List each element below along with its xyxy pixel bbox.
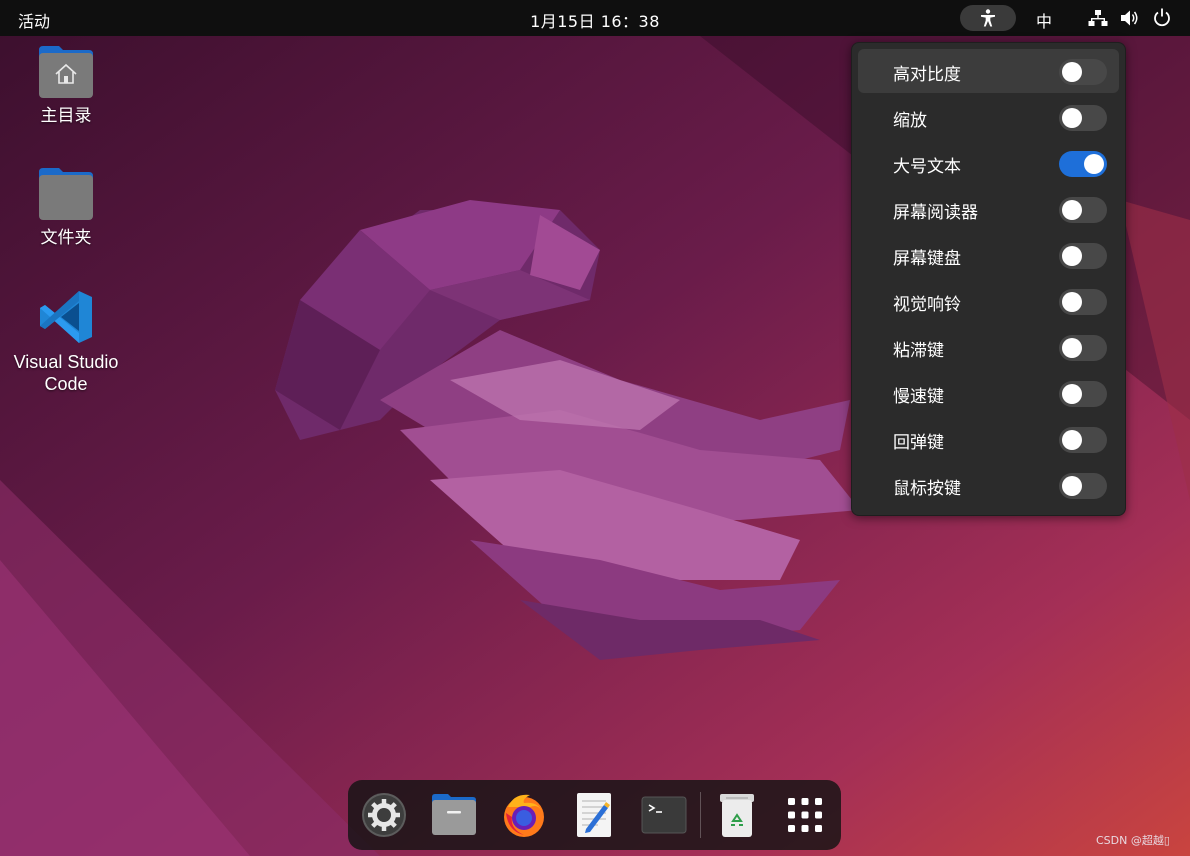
toggle-knob (1062, 338, 1082, 358)
menu-item-label: 回弹键 (893, 433, 944, 453)
app-grid-icon[interactable] (781, 791, 829, 839)
slow-keys-toggle[interactable] (1059, 381, 1107, 407)
mouse-keys-toggle[interactable] (1059, 473, 1107, 499)
vscode-icon (40, 291, 92, 343)
dock-separator (700, 792, 701, 838)
menu-item-label: 大号文本 (893, 157, 961, 177)
toggle-knob (1062, 384, 1082, 404)
menu-item-label: 屏幕阅读器 (893, 203, 978, 223)
power-icon[interactable] (1153, 8, 1171, 27)
toggle-knob (1062, 292, 1082, 312)
visual-alerts-toggle[interactable] (1059, 289, 1107, 315)
network-icon[interactable] (1088, 9, 1108, 27)
desktop-icon-label: 文件夹 (40, 228, 92, 248)
zoom-toggle[interactable] (1059, 105, 1107, 131)
screen-keyboard-toggle[interactable] (1059, 243, 1107, 269)
watermark: CSDN @超越▯ (1096, 834, 1170, 847)
toggle-knob (1062, 200, 1082, 220)
toggle-knob (1062, 62, 1082, 82)
settings-icon[interactable] (360, 791, 408, 839)
accessibility-menu-button[interactable] (960, 5, 1016, 31)
menu-item-label: 粘滞键 (893, 341, 944, 361)
desktop-icon-vscode[interactable]: Visual Studio Code (6, 288, 126, 395)
toggle-knob (1062, 430, 1082, 450)
desktop-icon-label: 主目录 (40, 106, 92, 126)
input-method-indicator[interactable]: 中 (1036, 8, 1052, 32)
menu-item-label: 屏幕键盘 (893, 249, 961, 269)
menu-item-mouse-keys[interactable]: 鼠标按键 (858, 463, 1119, 507)
menu-item-high-contrast[interactable]: 高对比度 (858, 49, 1119, 93)
dock (348, 780, 841, 850)
menu-item-label: 慢速键 (893, 387, 944, 407)
menu-item-label: 鼠标按键 (893, 479, 961, 499)
menu-item-label: 高对比度 (893, 65, 961, 85)
trash-icon[interactable] (713, 791, 761, 839)
accessibility-menu: 高对比度 缩放 大号文本 屏幕阅读器 屏幕键盘 视觉响铃 粘滞键 慢速键 回弹键… (851, 42, 1126, 516)
menu-item-screen-reader[interactable]: 屏幕阅读器 (858, 187, 1119, 231)
toggle-knob (1062, 476, 1082, 496)
high-contrast-toggle[interactable] (1059, 59, 1107, 85)
bounce-keys-toggle[interactable] (1059, 427, 1107, 453)
screen-reader-toggle[interactable] (1059, 197, 1107, 223)
toggle-knob (1062, 108, 1082, 128)
menu-item-visual-alerts[interactable]: 视觉响铃 (858, 279, 1119, 323)
menu-item-bounce-keys[interactable]: 回弹键 (858, 417, 1119, 461)
volume-icon[interactable] (1120, 9, 1140, 27)
toggle-knob (1062, 246, 1082, 266)
toggle-knob (1084, 154, 1104, 174)
menu-item-label: 缩放 (893, 111, 927, 131)
terminal-icon[interactable] (640, 791, 688, 839)
menu-item-large-text[interactable]: 大号文本 (858, 141, 1119, 185)
desktop-icon-folder[interactable]: 文件夹 (6, 166, 126, 249)
large-text-toggle[interactable] (1059, 151, 1107, 177)
firefox-icon[interactable] (500, 791, 548, 839)
desktop-icon-label-line2: Code (44, 374, 88, 394)
home-folder-icon (39, 46, 93, 98)
top-bar: 活动 1月15日 16：38 中 (0, 0, 1190, 36)
files-icon[interactable] (430, 791, 478, 839)
folder-icon (39, 168, 93, 220)
accessibility-icon (981, 9, 995, 27)
text-editor-icon[interactable] (570, 791, 618, 839)
menu-item-zoom[interactable]: 缩放 (858, 95, 1119, 139)
menu-item-slow-keys[interactable]: 慢速键 (858, 371, 1119, 415)
desktop-icon-label-line1: Visual Studio (13, 352, 119, 372)
menu-item-sticky-keys[interactable]: 粘滞键 (858, 325, 1119, 369)
menu-item-label: 视觉响铃 (893, 295, 961, 315)
desktop-icon-home[interactable]: 主目录 (6, 44, 126, 127)
menu-item-screen-keyboard[interactable]: 屏幕键盘 (858, 233, 1119, 277)
sticky-keys-toggle[interactable] (1059, 335, 1107, 361)
